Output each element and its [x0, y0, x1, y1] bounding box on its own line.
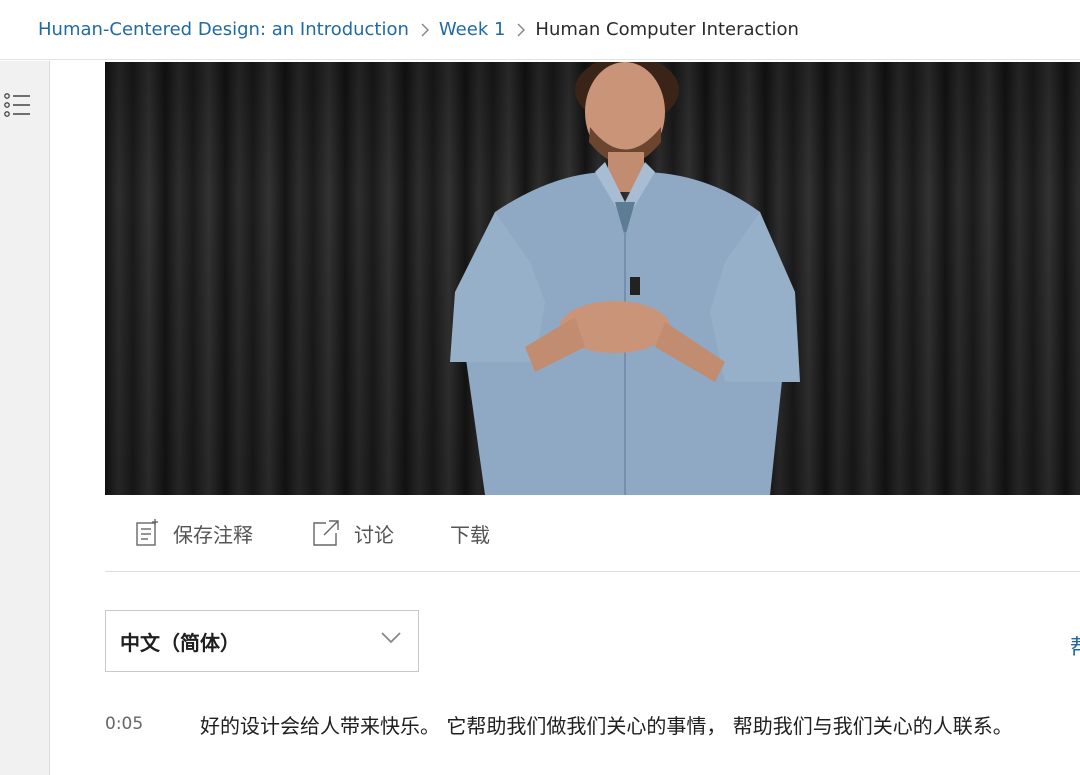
breadcrumb-course-link[interactable]: Human-Centered Design: an Introduction: [38, 19, 409, 40]
subtitle-language-select[interactable]: 中文（简体）: [105, 610, 419, 672]
video-player[interactable]: [105, 62, 1080, 495]
transcript-line[interactable]: 好的设计会给人带来快乐。 它帮助我们做我们关心的事情， 帮助我们与我们关心的人联…: [200, 710, 1080, 739]
download-label: 下载: [450, 522, 490, 547]
breadcrumb-current: Human Computer Interaction: [535, 19, 799, 40]
breadcrumb: Human-Centered Design: an Introduction W…: [0, 0, 1080, 60]
discuss-button[interactable]: 讨论: [312, 515, 394, 551]
interactive-transcript-link[interactable]: 帮: [1070, 630, 1080, 662]
list-icon[interactable]: [2, 91, 32, 121]
video-actions-bar: 保存注释 讨论 下载: [105, 497, 1080, 572]
download-button[interactable]: 下载: [450, 515, 490, 551]
external-link-icon: [313, 520, 339, 546]
save-notes-label: 保存注释: [173, 522, 253, 547]
chevron-right-icon: [421, 22, 429, 37]
save-notes-button[interactable]: 保存注释: [135, 515, 253, 551]
chevron-right-icon: [517, 22, 526, 37]
transcript-timestamp[interactable]: 0:05: [105, 714, 143, 734]
sidebar-rail: [0, 61, 50, 775]
discuss-label: 讨论: [354, 522, 394, 547]
language-selected-value: 中文（简体）: [120, 630, 240, 655]
chevron-down-icon: [381, 632, 401, 644]
breadcrumb-week-link[interactable]: Week 1: [439, 19, 506, 40]
presenter-figure: [450, 62, 800, 495]
notes-icon: [136, 519, 158, 546]
